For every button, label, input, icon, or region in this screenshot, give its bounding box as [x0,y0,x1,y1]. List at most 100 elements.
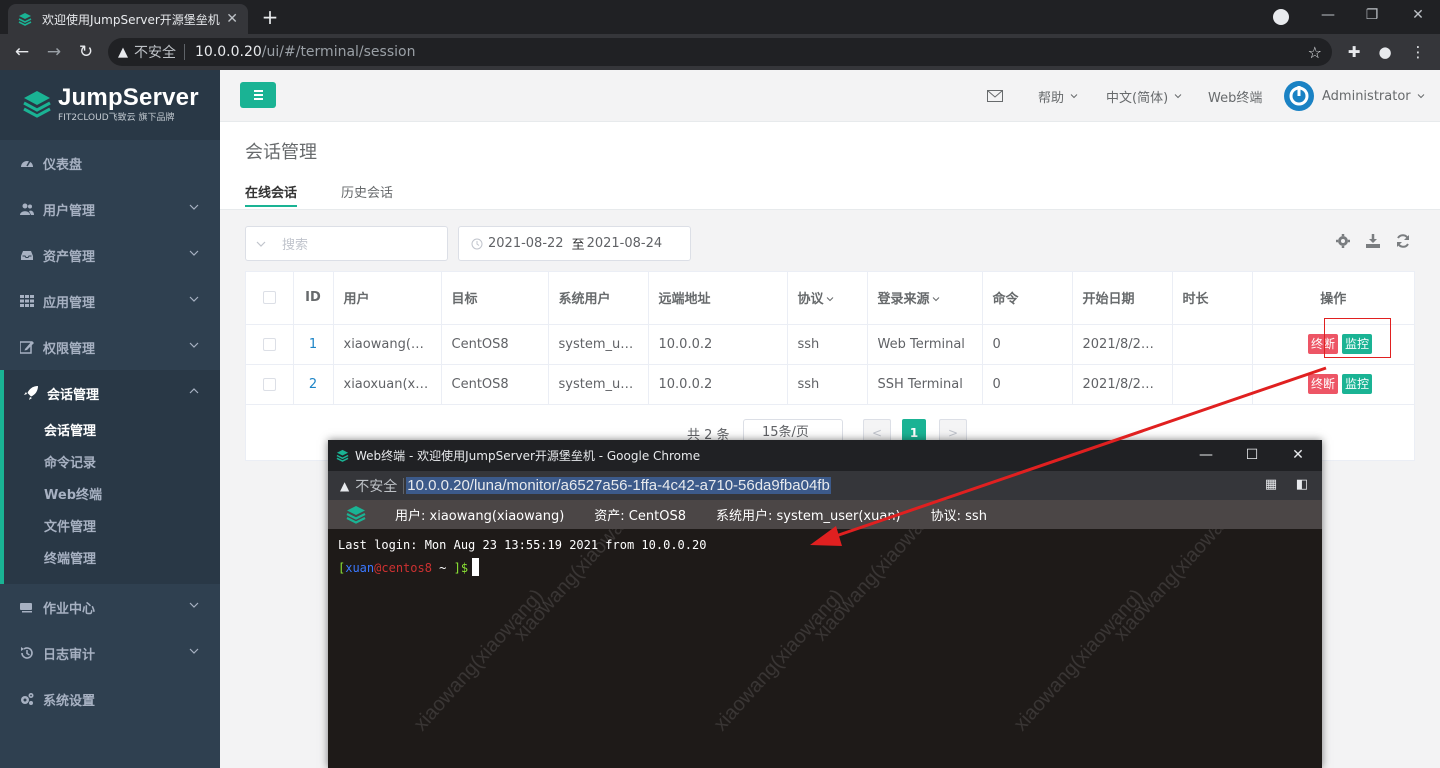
refresh-icon[interactable] [1395,233,1411,249]
column-header[interactable]: 开始日期 [1072,272,1173,325]
keyboard-icon [20,603,32,613]
back-icon[interactable]: ← [10,40,34,64]
column-header-protocol[interactable]: 协议 [787,272,868,325]
settings-gear-icon[interactable] [1335,233,1351,249]
restore-icon[interactable]: ❐ [1350,0,1394,34]
sidebar-item-sessions[interactable]: 会话管理 [4,370,220,416]
date-to[interactable]: 2021-08-24 [587,236,663,251]
download-icon[interactable] [1365,233,1381,249]
popup-url[interactable]: 10.0.0.20/luna/monitor/a6527a56-1ffa-4c4… [406,477,831,494]
web-terminal-label: Web终端 [1208,90,1263,106]
row-checkbox[interactable] [262,377,276,391]
avatar [1284,81,1314,111]
translate-icon[interactable]: ◧ [1294,477,1310,493]
forward-icon[interactable]: → [42,40,66,64]
select-all-checkbox[interactable] [262,291,276,305]
popup-minimize-icon[interactable]: — [1183,440,1229,471]
sidebar-item-settings[interactable]: 系统设置 [0,676,220,722]
terminal-screen[interactable]: Last login: Mon Aug 23 13:55:19 2021 fro… [328,529,1322,768]
chevron-down-icon [189,250,199,256]
info-user: 用户: xiaowang(xiaowang) [395,509,565,524]
popup-title: Web终端 - 欢迎使用JumpServer开源堡垒机 - Google Chr… [355,449,701,463]
inbox-icon [21,251,33,260]
column-header-source[interactable]: 登录来源 [867,272,983,325]
column-header[interactable]: 目标 [441,272,549,325]
minimize-icon[interactable]: — [1306,0,1350,34]
sidebar-item-permissions[interactable]: 权限管理 [0,324,220,370]
sidebar-subitem-session-manage[interactable]: 会话管理 [4,416,220,448]
web-terminal-link[interactable]: Web终端 [1208,70,1262,122]
dashboard-icon [21,160,33,167]
close-tab-icon[interactable]: ✕ [226,11,238,27]
bookmark-star-icon[interactable]: ☆ [1308,43,1322,62]
sidebar-item-audit-logs[interactable]: 日志审计 [0,630,220,676]
tab-online-sessions[interactable]: 在线会话 [245,182,298,207]
sidebar-item-users[interactable]: 用户管理 [0,186,220,232]
date-from[interactable]: 2021-08-22 [488,236,564,251]
brand-subtitle: FIT2CLOUD飞致云 旗下品牌 [58,113,175,123]
history-icon [21,647,33,659]
new-tab-button[interactable]: + [258,6,282,30]
session-id-link[interactable]: 1 [293,324,334,365]
column-header-label: 登录来源 [877,292,930,308]
session-id-link[interactable]: 2 [293,364,334,405]
chevron-down-icon [189,204,199,210]
cell-user: xiaowang(xiaowang) [333,324,442,365]
date-range-picker[interactable]: 2021-08-22 至 2021-08-24 [458,226,691,261]
terminate-button[interactable]: 终断 [1307,374,1338,394]
qr-code-icon[interactable]: ▦ [1263,477,1279,493]
row-checkbox[interactable] [262,337,276,351]
popup-maximize-icon[interactable]: ☐ [1229,440,1275,471]
sidebar-subitem-web-terminal[interactable]: Web终端 [4,480,220,512]
user-name: Administrator [1322,88,1411,104]
column-header[interactable]: 系统用户 [548,272,649,325]
sidebar-subitem-terminal-manage[interactable]: 终端管理 [4,544,220,576]
cell-start-date: 2021/8/23 13:55:19 [1072,324,1173,365]
tab-search-icon[interactable] [1273,9,1289,25]
popup-close-icon[interactable]: ✕ [1275,440,1321,471]
sidebar-subitem-file-manage[interactable]: 文件管理 [4,512,220,544]
extensions-icon[interactable]: ✚ [1342,40,1366,64]
column-header[interactable]: 用户 [333,272,442,325]
sidebar-item-jobs[interactable]: 作业中心 [0,584,220,630]
reload-icon[interactable]: ↻ [74,40,98,64]
language-menu[interactable]: 中文(简体) [1106,70,1182,122]
chevron-up-icon [189,388,199,394]
sidebar-group-sessions: 会话管理 会话管理 命令记录 Web终端 文件管理 终端管理 [0,370,220,584]
browser-tab[interactable]: 欢迎使用JumpServer开源堡垒机 ✕ [8,4,248,34]
popup-address-bar[interactable]: ▲ 不安全 10.0.0.20/luna/monitor/a6527a56-1f… [328,471,1322,500]
column-header[interactable]: ID [293,272,334,325]
search-input[interactable]: 搜索 [245,226,448,261]
logo[interactable]: JumpServer FIT2CLOUD飞致云 旗下品牌 [0,70,220,140]
sidebar-item-assets[interactable]: 资产管理 [0,232,220,278]
sidebar-item-applications[interactable]: 应用管理 [0,278,220,324]
jumpserver-favicon-icon [336,449,349,462]
table-row: 1 xiaowang(xiaowang) CentOS8 system_user… [246,324,1414,365]
warning-icon: ▲ [340,478,350,493]
column-header[interactable]: 命令 [982,272,1073,325]
cell-duration [1172,364,1253,405]
sidebar-toggle-button[interactable] [240,82,276,108]
sidebar-item-dashboard[interactable]: 仪表盘 [0,140,220,186]
cell-commands: 0 [982,364,1073,405]
menu-kebab-icon[interactable]: ⋮ [1406,40,1430,64]
help-menu[interactable]: 帮助 [1038,70,1078,122]
sidebar-item-label: 系统设置 [43,693,96,709]
user-menu[interactable]: Administrator [1284,70,1425,122]
profile-icon[interactable]: ● [1373,40,1397,64]
monitor-button[interactable]: 监控 [1341,374,1372,394]
address-divider [403,477,405,494]
omnibox[interactable]: ▲ 不安全 10.0.0.20 /ui/#/terminal/session ☆ [108,38,1332,66]
chevron-down-icon [1174,94,1182,99]
close-window-icon[interactable]: ✕ [1396,0,1440,34]
jumpserver-logo-icon [346,505,366,524]
column-header[interactable]: 时长 [1172,272,1253,325]
watermark: xiaowang(xiaowang) [709,585,848,736]
column-header[interactable]: 远端地址 [648,272,788,325]
cell-protocol: ssh [787,324,868,365]
sidebar-subitem-command-records[interactable]: 命令记录 [4,448,220,480]
tab-history-sessions[interactable]: 历史会话 [341,182,393,201]
chevron-down-icon [1417,94,1424,99]
chevron-down-icon [189,648,199,654]
mail-icon[interactable] [987,70,1003,122]
